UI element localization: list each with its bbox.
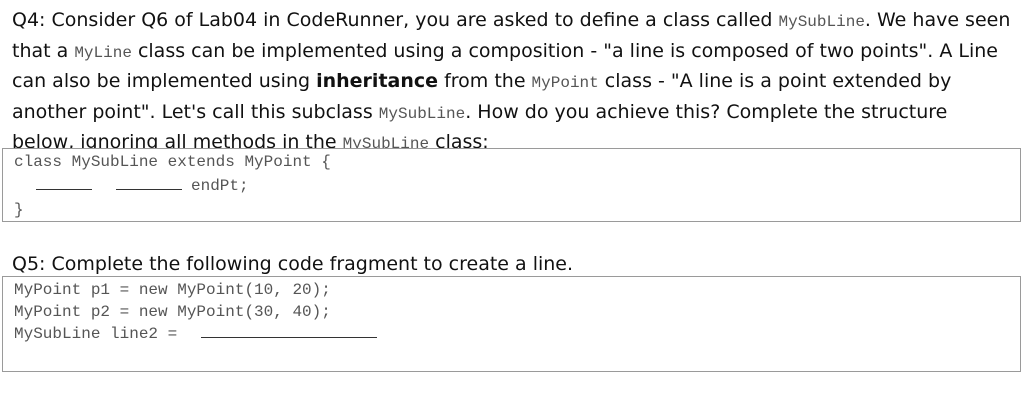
inline-code: MyPoint bbox=[531, 74, 599, 92]
q4-code-block: class MySubLine extends MyPoint { endPt;… bbox=[2, 148, 1021, 222]
q5-code-block: MyPoint p1 = new MyPoint(10, 20); MyPoin… bbox=[2, 276, 1021, 372]
code-line: class MySubLine extends MyPoint { bbox=[14, 153, 331, 171]
code-line: MyPoint p1 = new MyPoint(10, 20); bbox=[14, 281, 331, 299]
inline-code: MyLine bbox=[74, 43, 132, 62]
code-token: endPt; bbox=[191, 177, 249, 195]
expression-blank[interactable] bbox=[200, 323, 377, 338]
code-line: } bbox=[14, 201, 24, 219]
inline-code: MySubLine bbox=[378, 104, 466, 123]
question-5-text: Q5: Complete the following code fragment… bbox=[12, 253, 574, 275]
code-line-blank: MySubLine line2 = bbox=[14, 323, 377, 345]
modifier-blank[interactable] bbox=[116, 175, 182, 190]
type-blank[interactable] bbox=[36, 175, 92, 190]
code-line-blanks: endPt; bbox=[36, 175, 249, 197]
inline-code: MySubLine bbox=[778, 13, 865, 31]
code-token: MySubLine line2 = bbox=[14, 325, 187, 343]
q4-text-part: from the bbox=[438, 70, 532, 92]
question-4-text: Q4: Consider Q6 of Lab04 in CodeRunner, … bbox=[12, 6, 1012, 159]
bold-term: inheritance bbox=[316, 70, 439, 92]
code-line: MyPoint p2 = new MyPoint(30, 40); bbox=[14, 303, 331, 321]
q4-text-part: Q4: Consider Q6 of Lab04 in CodeRunner, … bbox=[12, 9, 779, 31]
